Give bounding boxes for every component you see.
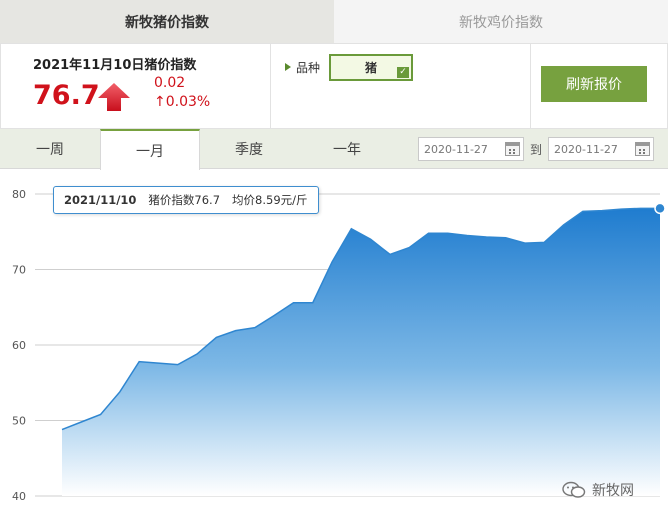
- summary-title: 2021年11月10日猪价指数: [33, 58, 197, 73]
- tab-pig-index[interactable]: 新牧猪价指数: [0, 0, 334, 43]
- change-absolute: 0.02: [154, 75, 186, 91]
- breed-filter: 品种 猪 ✓: [271, 44, 531, 128]
- chart-tooltip: 2021/11/10 猪价指数76.7 均价8.59元/斤: [53, 186, 319, 214]
- y-tick-label: 70: [12, 264, 26, 277]
- start-date-value: 2020-11-27: [424, 142, 488, 156]
- y-tick-label: 80: [12, 188, 26, 201]
- breed-label: 品种: [285, 59, 320, 76]
- watermark-text: 新牧网: [592, 483, 634, 499]
- tooltip-average: 均价8.59元/斤: [232, 193, 308, 207]
- y-tick-label: 50: [12, 415, 26, 428]
- index-value: 76.7: [33, 80, 100, 111]
- end-date-value: 2020-11-27: [554, 142, 618, 156]
- up-arrow-icon: [98, 83, 130, 111]
- breed-select[interactable]: 猪 ✓: [329, 54, 413, 81]
- tooltip-date: 2021/11/10: [64, 193, 137, 207]
- pig-price-chart: 40 50 60 70 80: [12, 188, 666, 503]
- wechat-icon: [562, 481, 586, 498]
- tab-month[interactable]: 一月: [100, 129, 200, 170]
- index-info-panel: 2021年11月10日猪价指数 76.7 0.02 ↑0.03% 品种 猪 ✓ …: [0, 43, 668, 129]
- tooltip-index: 猪价指数76.7: [148, 193, 221, 207]
- change-percent: ↑0.03%: [154, 94, 211, 110]
- date-range-separator: 到: [530, 143, 543, 157]
- calendar-icon[interactable]: [635, 142, 650, 156]
- tab-week[interactable]: 一周: [0, 129, 100, 169]
- triangle-right-icon: [285, 63, 291, 71]
- hover-point[interactable]: [654, 202, 666, 215]
- watermark: 新牧网: [562, 480, 634, 500]
- refresh-price-button[interactable]: 刷新报价: [541, 66, 647, 102]
- tab-chicken-index[interactable]: 新牧鸡价指数: [334, 0, 668, 43]
- y-tick-label: 60: [12, 339, 26, 352]
- tab-quarter[interactable]: 季度: [200, 129, 298, 169]
- end-date-input[interactable]: 2020-11-27: [548, 137, 654, 161]
- tab-year[interactable]: 一年: [298, 129, 396, 169]
- index-tabs: 新牧猪价指数 新牧鸡价指数: [0, 0, 668, 43]
- start-date-input[interactable]: 2020-11-27: [418, 137, 524, 161]
- index-summary: 2021年11月10日猪价指数 76.7 0.02 ↑0.03%: [1, 44, 271, 128]
- y-tick-label: 40: [12, 490, 26, 503]
- calendar-icon[interactable]: [505, 142, 520, 156]
- period-tabs: 一周 一月 季度 一年 2020-11-27 到 2020-11-27: [0, 129, 668, 170]
- series-area: [62, 208, 660, 496]
- check-icon: ✓: [397, 67, 409, 78]
- breed-selected: 猪: [364, 61, 377, 75]
- breed-label-text: 品种: [296, 61, 321, 75]
